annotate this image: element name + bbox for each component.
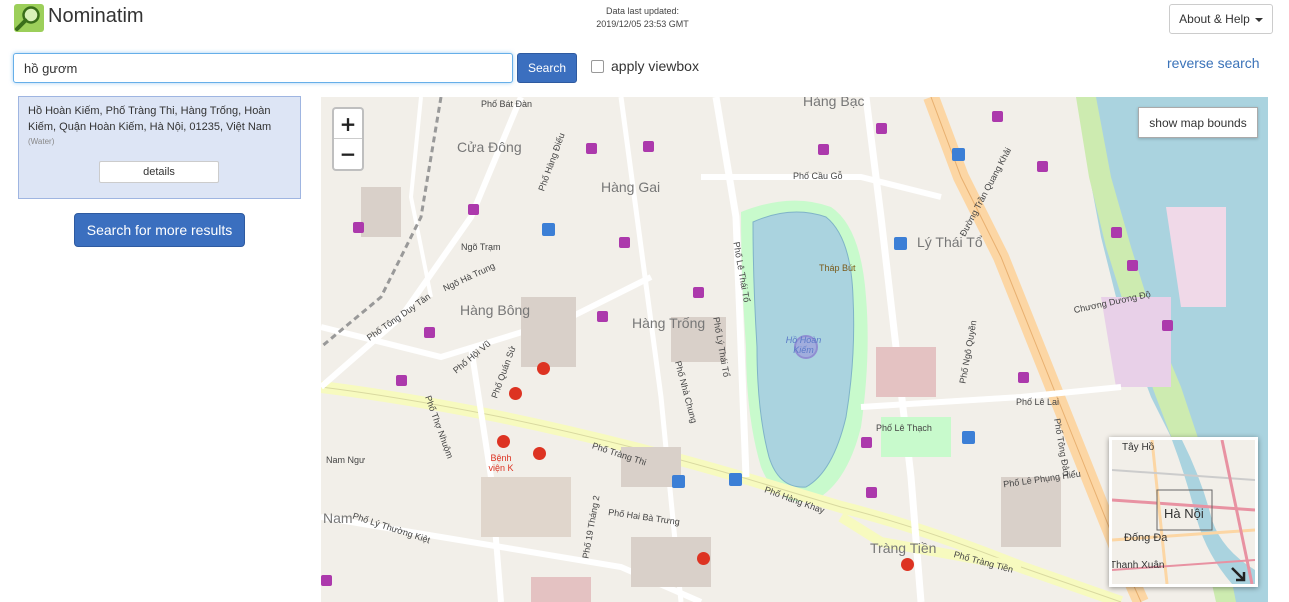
zoom-in-button[interactable]: + xyxy=(334,109,362,139)
last-updated-value: 2019/12/05 23:53 GMT xyxy=(596,19,689,29)
result-type: (Water) xyxy=(28,137,55,146)
shop-poi[interactable] xyxy=(1111,227,1122,238)
minimap-label: Đống Đa xyxy=(1124,532,1168,544)
street-label: Ngõ Trạm xyxy=(461,242,501,252)
area-label-cua-dong: Cửa Đông xyxy=(457,139,522,155)
street-label: Phố Lê Thạch xyxy=(876,423,932,433)
minimap-label: Thanh Xuân xyxy=(1110,560,1165,571)
building xyxy=(876,347,936,397)
search-button[interactable]: Search xyxy=(517,53,577,83)
shop-poi[interactable] xyxy=(424,327,435,338)
building xyxy=(531,577,591,602)
minimap-label: Tây Hồ xyxy=(1122,442,1155,453)
area-label-ly-thai-to: Lý Thái Tổ xyxy=(917,234,983,250)
apply-viewbox-label: apply viewbox xyxy=(611,58,699,74)
building xyxy=(481,477,571,537)
shop-poi[interactable] xyxy=(1037,161,1048,172)
lake-label: Hồ Hoàn Kiếm xyxy=(785,335,822,355)
search-more-results-button[interactable]: Search for more results xyxy=(74,213,245,247)
shop-poi[interactable] xyxy=(1162,320,1173,331)
result-name: Hồ Hoàn Kiếm, Phố Tràng Thi, Hàng Trống,… xyxy=(28,105,272,133)
shop-poi[interactable] xyxy=(586,143,597,154)
reverse-search-link[interactable]: reverse search xyxy=(1167,55,1260,71)
street-label: Phố Bát Đàn xyxy=(481,99,533,109)
minimap-label: Hà Nội xyxy=(1164,506,1204,521)
nominatim-logo-icon[interactable] xyxy=(14,4,44,32)
shop-poi[interactable] xyxy=(866,487,877,498)
shop-poi[interactable] xyxy=(597,311,608,322)
shop-poi[interactable] xyxy=(992,111,1003,122)
shop-poi[interactable] xyxy=(353,222,364,233)
area-label-hang-bong: Hàng Bông xyxy=(460,302,531,318)
shop-poi[interactable] xyxy=(1018,372,1029,383)
bus-stop-icon[interactable] xyxy=(962,431,975,444)
about-help-button[interactable]: About & Help xyxy=(1169,4,1273,34)
last-updated-label: Data last updated: xyxy=(605,6,680,16)
road-tho-nhuom xyxy=(408,97,433,298)
hospital-icon[interactable] xyxy=(697,552,710,565)
pink-area-2 xyxy=(1101,297,1171,387)
area-label-hang-gai: Hàng Gai xyxy=(601,179,661,195)
shop-poi[interactable] xyxy=(321,575,332,586)
area-label-hang-bac: Hàng Bạc xyxy=(803,97,865,109)
search-input[interactable] xyxy=(13,53,513,83)
map-view[interactable]: Hàng Bạc Cửa Đông Hàng Gai Lý Thái Tổ Hà… xyxy=(321,97,1268,602)
nominatim-page: { "header": { "brand": "Nominatim", "las… xyxy=(0,0,1289,602)
shop-poi[interactable] xyxy=(693,287,704,298)
hospital-icon[interactable] xyxy=(901,558,914,571)
shop-poi[interactable] xyxy=(643,141,654,152)
show-map-bounds-button[interactable]: show map bounds xyxy=(1138,107,1258,138)
shop-poi[interactable] xyxy=(861,437,872,448)
area-label-trang-tien: Tràng Tiền xyxy=(870,540,937,556)
area-label-nam: Nam xyxy=(323,510,353,526)
last-updated: Data last updated: 2019/12/05 23:53 GMT xyxy=(575,5,710,31)
shop-poi[interactable] xyxy=(876,123,887,134)
bus-stop-icon[interactable] xyxy=(894,237,907,250)
hospital-icon[interactable] xyxy=(509,387,522,400)
zoom-control: + − xyxy=(332,107,364,171)
result-item[interactable]: Hồ Hoàn Kiếm, Phố Tràng Thi, Hàng Trống,… xyxy=(18,96,301,199)
caret-down-icon xyxy=(1254,18,1263,22)
apply-viewbox-checkbox[interactable] xyxy=(591,59,604,73)
street-label: Nam Ngư xyxy=(326,455,366,465)
bus-stop-icon[interactable] xyxy=(729,473,742,486)
apply-viewbox-option[interactable]: apply viewbox xyxy=(591,58,699,74)
about-help-label: About & Help xyxy=(1179,12,1250,26)
hospital-icon[interactable] xyxy=(533,447,546,460)
street-label: Phố Lê Lai xyxy=(1016,397,1060,407)
shop-poi[interactable] xyxy=(468,204,479,215)
hospital-icon[interactable] xyxy=(537,362,550,375)
zoom-out-button[interactable]: − xyxy=(334,139,362,169)
shop-poi[interactable] xyxy=(619,237,630,248)
shop-poi[interactable] xyxy=(396,375,407,386)
minimap[interactable]: Tây Hồ Hà Nội Đống Đa Thanh Xuân xyxy=(1109,437,1258,587)
street-label: Phố Cầu Gỗ xyxy=(793,171,843,181)
shop-poi[interactable] xyxy=(818,144,829,155)
shop-poi[interactable] xyxy=(1127,260,1138,271)
area-label-hang-trong: Hàng Trống xyxy=(632,315,706,331)
building xyxy=(361,187,401,237)
hospital-icon[interactable] xyxy=(497,435,510,448)
details-button[interactable]: details xyxy=(99,161,219,183)
bus-stop-icon[interactable] xyxy=(952,148,965,161)
brand-title[interactable]: Nominatim xyxy=(48,5,144,28)
bus-stop-icon[interactable] xyxy=(542,223,555,236)
pagoda-label: Tháp Bút xyxy=(819,263,856,273)
bus-stop-icon[interactable] xyxy=(672,475,685,488)
hospital-label: Bệnh viện K xyxy=(488,453,514,473)
